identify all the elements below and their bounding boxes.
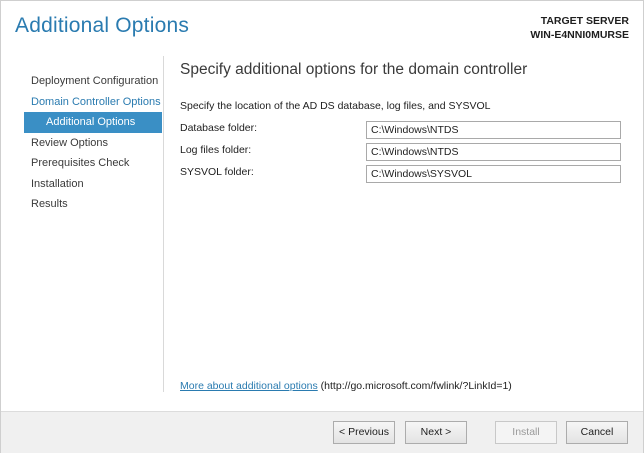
target-server-info: TARGET SERVER WIN-E4NNI0MURSE (530, 14, 629, 42)
database-folder-field[interactable] (366, 121, 621, 139)
log-files-folder-field[interactable] (366, 143, 621, 161)
content-panel: Specify additional options for the domai… (180, 56, 630, 183)
nav-item-installation[interactable]: Installation (24, 174, 162, 195)
nav-item-prerequisites-check[interactable]: Prerequisites Check (24, 153, 162, 174)
more-about-additional-options-link[interactable]: More about additional options (180, 380, 318, 392)
wizard-nav: Deployment Configuration Domain Controll… (24, 71, 162, 215)
nav-divider (163, 56, 164, 392)
sysvol-folder-label: SYSVOL folder: (180, 166, 254, 178)
target-server-name: WIN-E4NNI0MURSE (530, 29, 629, 41)
page-title: Additional Options (15, 14, 190, 37)
nav-item-domain-controller-options[interactable]: Domain Controller Options (24, 92, 162, 113)
cancel-button[interactable]: Cancel (566, 421, 628, 444)
database-folder-row: Database folder: (180, 121, 622, 139)
nav-item-deployment-configuration[interactable]: Deployment Configuration (24, 71, 162, 92)
next-button[interactable]: Next > (405, 421, 467, 444)
target-server-label: TARGET SERVER (540, 15, 629, 27)
previous-button[interactable]: < Previous (333, 421, 395, 444)
log-files-folder-label: Log files folder: (180, 144, 252, 156)
log-files-folder-row: Log files folder: (180, 143, 622, 161)
nav-item-additional-options[interactable]: Additional Options (24, 112, 162, 133)
more-info-url: (http://go.microsoft.com/fwlink/?LinkId=… (317, 380, 512, 392)
instruction-text: Specify the location of the AD DS databa… (180, 100, 491, 112)
section-heading: Specify additional options for the domai… (180, 61, 528, 78)
install-button[interactable]: Install (495, 421, 557, 444)
sysvol-folder-row: SYSVOL folder: (180, 165, 622, 183)
wizard-window: Additional Options TARGET SERVER WIN-E4N… (0, 0, 644, 453)
nav-item-results[interactable]: Results (24, 194, 162, 215)
wizard-footer: < Previous Next > Install Cancel (1, 411, 643, 453)
nav-item-review-options[interactable]: Review Options (24, 133, 162, 154)
more-info: More about additional options (http://go… (180, 380, 512, 392)
sysvol-folder-field[interactable] (366, 165, 621, 183)
database-folder-label: Database folder: (180, 122, 258, 134)
